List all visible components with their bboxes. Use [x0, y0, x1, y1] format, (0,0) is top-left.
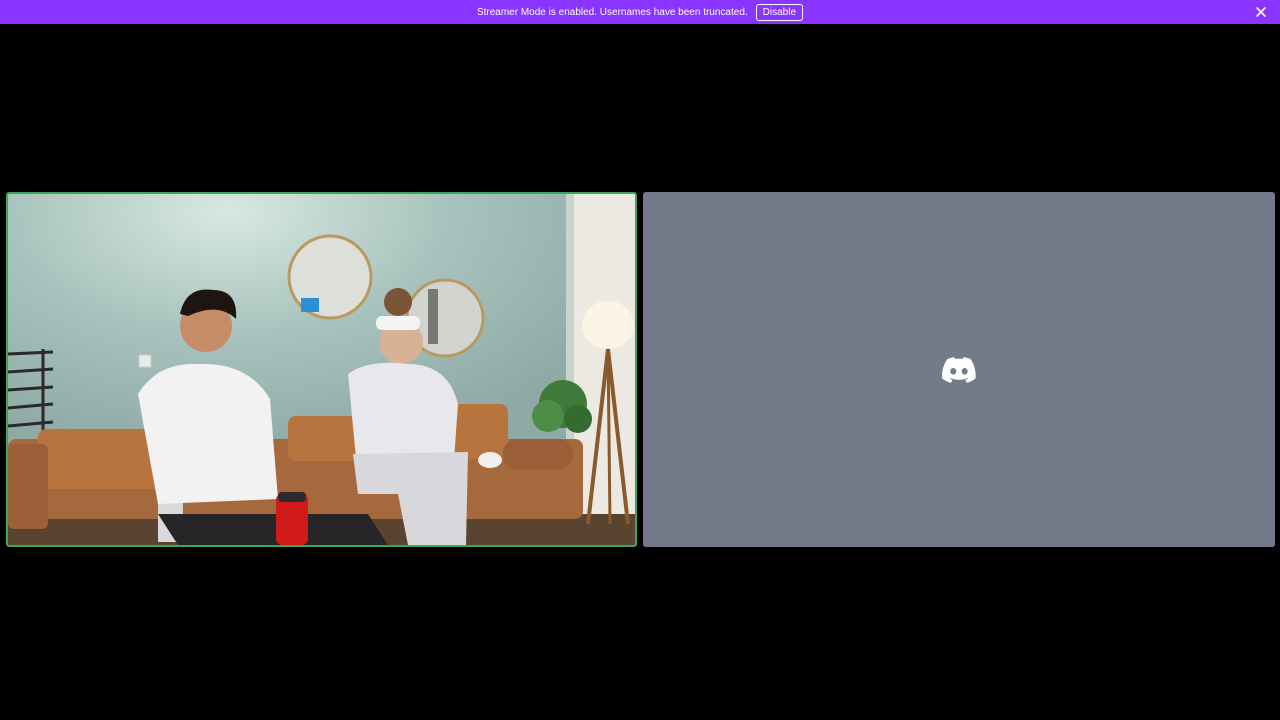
discord-logo-icon	[942, 357, 976, 383]
streamer-mode-banner: Streamer Mode is enabled. Usernames have…	[0, 0, 1280, 24]
disable-button[interactable]: Disable	[755, 3, 804, 21]
participant-video-tile[interactable]	[6, 192, 637, 547]
participant-placeholder-tile[interactable]	[643, 192, 1275, 547]
close-icon[interactable]	[1254, 5, 1268, 19]
banner-message: Streamer Mode is enabled. Usernames have…	[476, 6, 748, 18]
video-feed	[8, 194, 635, 545]
